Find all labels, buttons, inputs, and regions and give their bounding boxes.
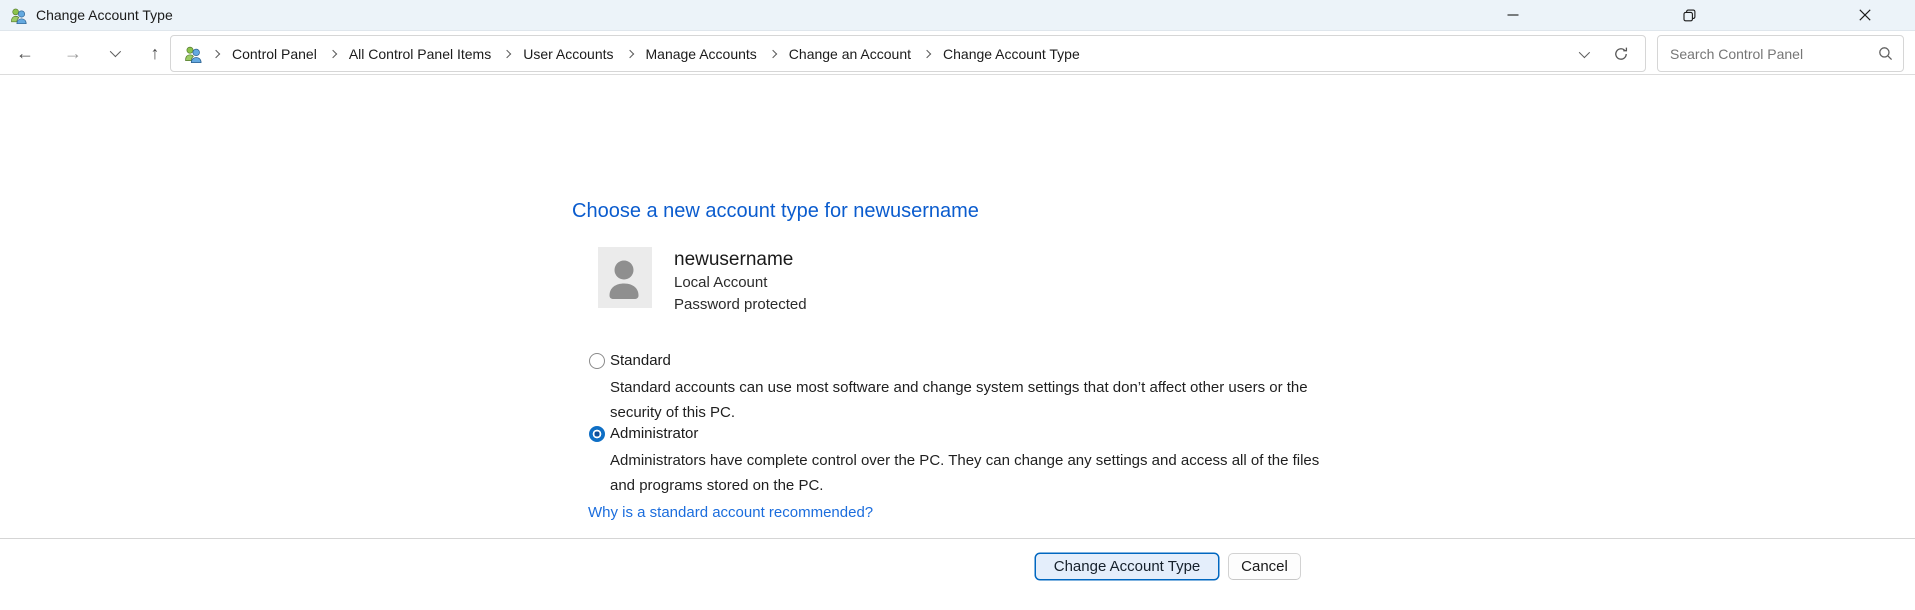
up-button[interactable]: ↑ xyxy=(144,44,166,62)
user-avatar-icon xyxy=(598,247,652,308)
forward-button[interactable]: → xyxy=(62,44,84,62)
address-bar[interactable]: Control Panel All Control Panel Items Us… xyxy=(170,35,1646,72)
minimize-button[interactable] xyxy=(1490,0,1536,30)
administrator-radio[interactable] xyxy=(589,426,605,442)
user-tile: newusername Local Account Password prote… xyxy=(598,247,807,316)
chevron-right-icon xyxy=(503,49,511,57)
breadcrumb-user-accounts[interactable]: User Accounts xyxy=(521,44,615,64)
standard-option: Standard Standard accounts can use most … xyxy=(589,352,1308,425)
recent-locations-chevron-icon[interactable] xyxy=(110,44,118,62)
page-title: Choose a new account type for newusernam… xyxy=(572,200,979,223)
restore-button[interactable] xyxy=(1666,0,1712,30)
chevron-right-icon xyxy=(212,49,220,57)
account-name: newusername xyxy=(674,248,807,272)
refresh-icon[interactable] xyxy=(1613,46,1629,62)
user-accounts-icon xyxy=(183,44,203,64)
account-type-label: Local Account xyxy=(674,272,807,294)
change-account-type-button[interactable]: Change Account Type xyxy=(1035,553,1219,580)
search-icon[interactable] xyxy=(1878,46,1893,61)
breadcrumb-all-control-panel-items[interactable]: All Control Panel Items xyxy=(347,44,493,64)
why-standard-recommended-link[interactable]: Why is a standard account recommended? xyxy=(588,504,873,521)
chevron-right-icon xyxy=(769,49,777,57)
navigation-bar: ← → ↑ Control Panel All Control Panel It… xyxy=(0,32,1915,75)
close-button[interactable] xyxy=(1842,0,1888,30)
footer-divider xyxy=(0,538,1915,539)
standard-radio-label[interactable]: Standard xyxy=(610,352,671,369)
administrator-description: Administrators have complete control ove… xyxy=(610,448,1319,498)
page-content: Choose a new account type for newusernam… xyxy=(0,76,1915,610)
standard-radio[interactable] xyxy=(589,353,605,369)
administrator-radio-label[interactable]: Administrator xyxy=(610,425,698,442)
breadcrumb-control-panel[interactable]: Control Panel xyxy=(230,44,319,64)
chevron-right-icon xyxy=(329,49,337,57)
password-status-label: Password protected xyxy=(674,294,807,316)
search-input[interactable] xyxy=(1670,46,1878,62)
cancel-button[interactable]: Cancel xyxy=(1228,553,1301,580)
back-button[interactable]: ← xyxy=(14,44,36,62)
breadcrumb-manage-accounts[interactable]: Manage Accounts xyxy=(644,44,759,64)
breadcrumb-change-account-type[interactable]: Change Account Type xyxy=(941,44,1082,64)
title-bar: Change Account Type xyxy=(0,0,1915,31)
address-dropdown-chevron-icon[interactable] xyxy=(1579,45,1587,63)
standard-description: Standard accounts can use most software … xyxy=(610,375,1308,425)
search-box[interactable] xyxy=(1657,35,1904,72)
breadcrumb-change-an-account[interactable]: Change an Account xyxy=(787,44,913,64)
chevron-right-icon xyxy=(625,49,633,57)
control-panel-window: Change Account Type ← → ↑ xyxy=(0,0,1915,610)
window-title: Change Account Type xyxy=(36,7,173,23)
chevron-right-icon xyxy=(923,49,931,57)
user-accounts-icon xyxy=(9,5,29,25)
breadcrumb: Control Panel All Control Panel Items Us… xyxy=(211,44,1082,64)
administrator-option: Administrator Administrators have comple… xyxy=(589,425,1319,498)
